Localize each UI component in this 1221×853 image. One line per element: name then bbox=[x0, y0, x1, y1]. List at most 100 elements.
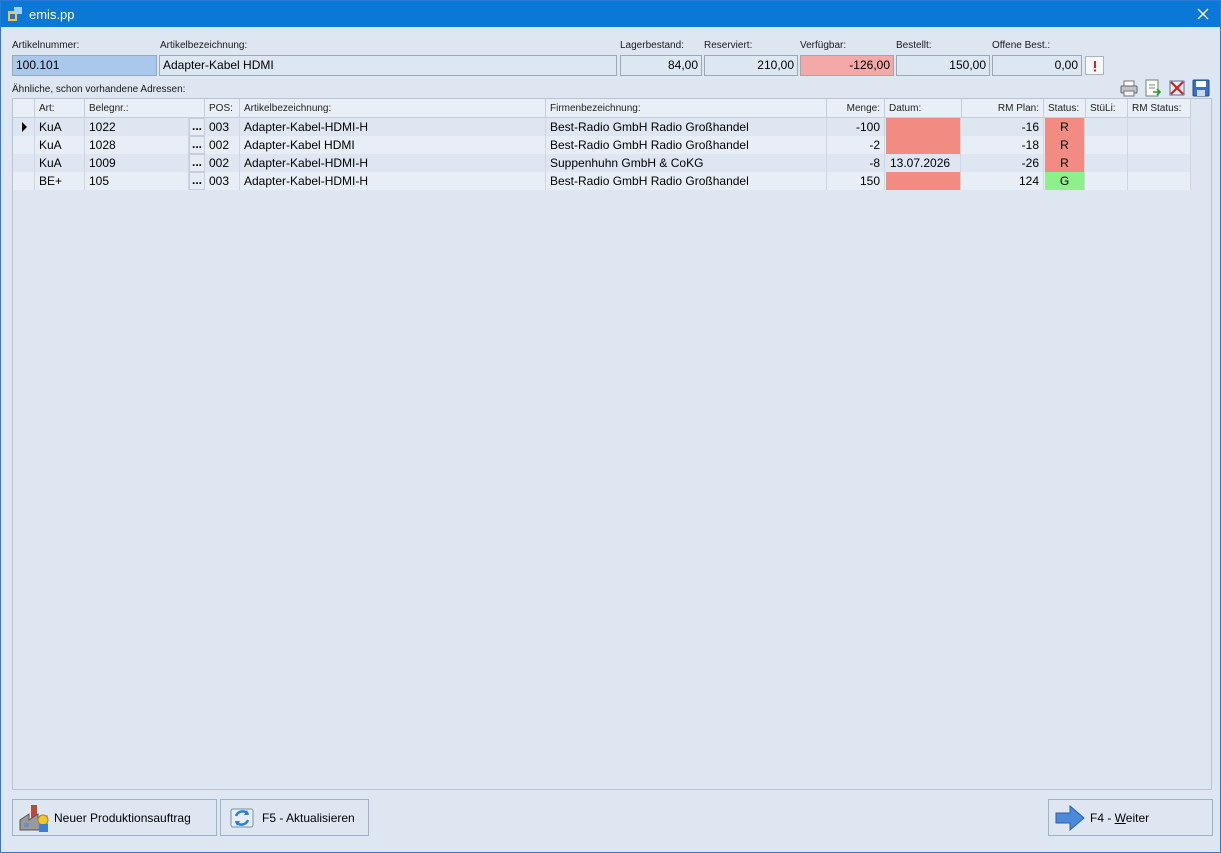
weiter-label: F4 - Weiter bbox=[1090, 811, 1149, 825]
cell-stueli bbox=[1086, 154, 1128, 172]
delete-button[interactable] bbox=[1168, 79, 1186, 97]
cell-firma: Best-Radio GmbH Radio Großhandel bbox=[546, 118, 827, 136]
grid-header-belegnr[interactable]: Belegnr.: bbox=[85, 99, 205, 118]
cell-art: KuA bbox=[35, 136, 85, 154]
cell-menge: -2 bbox=[827, 136, 885, 154]
neuer-produktionsauftrag-button[interactable]: Neuer Produktionsauftrag bbox=[12, 799, 217, 836]
grid-header-status[interactable]: Status: bbox=[1044, 99, 1086, 118]
cell-rm-status bbox=[1128, 118, 1191, 136]
cell-datum: 13.07.2026 bbox=[886, 154, 961, 172]
bestellt-label: Bestellt: bbox=[896, 40, 932, 51]
weiter-label-prefix: F4 - bbox=[1090, 810, 1115, 825]
belegnr-lookup-button[interactable]: ... bbox=[189, 154, 205, 172]
aktualisieren-button[interactable]: F5 - Aktualisieren bbox=[220, 799, 369, 836]
print-button[interactable] bbox=[1120, 79, 1138, 97]
cell-art: BE+ bbox=[35, 172, 85, 190]
row-indicator bbox=[13, 154, 35, 172]
cell-pos: 002 bbox=[205, 136, 240, 154]
cell-stueli bbox=[1086, 136, 1128, 154]
neuer-produktionsauftrag-label: Neuer Produktionsauftrag bbox=[54, 810, 191, 825]
factory-icon bbox=[16, 801, 52, 835]
title-bar[interactable]: emis.pp bbox=[1, 1, 1220, 27]
belegnr-lookup-button[interactable]: ... bbox=[189, 172, 205, 190]
cell-artikel: Adapter-Kabel-HDMI-H bbox=[240, 172, 546, 190]
cell-rm-plan: -26 bbox=[962, 154, 1044, 172]
export-button[interactable] bbox=[1144, 79, 1162, 97]
cell-menge: -8 bbox=[827, 154, 885, 172]
verfuegbar-label: Verfügbar: bbox=[800, 40, 847, 51]
cell-status: R bbox=[1045, 118, 1085, 136]
grid-header-artikelbezeichnung[interactable]: Artikelbezeichnung: bbox=[240, 99, 546, 118]
exclamation-icon bbox=[1093, 60, 1096, 71]
app-icon bbox=[8, 7, 22, 21]
row-indicator bbox=[13, 172, 35, 190]
refresh-icon bbox=[224, 801, 260, 835]
cell-belegnr: 1028 bbox=[85, 136, 189, 154]
aktualisieren-label: F5 - Aktualisieren bbox=[262, 810, 355, 825]
cell-artikel: Adapter-Kabel-HDMI-H bbox=[240, 154, 546, 172]
grid-header-menge[interactable]: Menge: bbox=[827, 99, 885, 118]
cell-belegnr: 1009 bbox=[85, 154, 189, 172]
artikelnummer-label: Artikelnummer: bbox=[12, 40, 80, 51]
table-row[interactable]: BE+ 105 ... 003 Adapter-Kabel-HDMI-H Bes… bbox=[13, 172, 1191, 190]
print-icon bbox=[1120, 80, 1138, 97]
verfuegbar-field: -126,00 bbox=[800, 55, 894, 76]
row-indicator bbox=[13, 118, 35, 136]
grid-header-stueli[interactable]: StüLi: bbox=[1086, 99, 1128, 118]
cell-menge: 150 bbox=[827, 172, 885, 190]
reserviert-label: Reserviert: bbox=[704, 40, 753, 51]
artikelbezeichnung-field[interactable]: Adapter-Kabel HDMI bbox=[159, 55, 617, 76]
table-row[interactable]: KuA 1009 ... 002 Adapter-Kabel-HDMI-H Su… bbox=[13, 154, 1191, 172]
offene-best-field: 0,00 bbox=[992, 55, 1082, 76]
arrow-right-icon bbox=[1052, 801, 1088, 835]
cell-stueli bbox=[1086, 172, 1128, 190]
grid-header-rm-status[interactable]: RM Status: bbox=[1128, 99, 1191, 118]
close-button[interactable] bbox=[1186, 1, 1220, 27]
cell-status: R bbox=[1045, 136, 1085, 154]
grid-header-pos[interactable]: POS: bbox=[205, 99, 240, 118]
cell-belegnr: 1022 bbox=[85, 118, 189, 136]
artikelnummer-field[interactable]: 100.101 bbox=[12, 55, 157, 76]
cell-belegnr: 105 bbox=[85, 172, 189, 190]
bestellt-field: 150,00 bbox=[896, 55, 990, 76]
main-window: emis.pp Artikelnummer: Artikelbezeichnun… bbox=[0, 0, 1221, 853]
belegnr-lookup-button[interactable]: ... bbox=[189, 136, 205, 154]
export-icon bbox=[1145, 79, 1162, 97]
section-label: Ähnliche, schon vorhandene Adressen: bbox=[12, 84, 186, 95]
offene-best-label: Offene Best.: bbox=[992, 40, 1051, 51]
cell-pos: 003 bbox=[205, 118, 240, 136]
artikelbezeichnung-label: Artikelbezeichnung: bbox=[160, 40, 248, 51]
cell-artikel: Adapter-Kabel HDMI bbox=[240, 136, 546, 154]
weiter-label-key: W bbox=[1114, 810, 1126, 825]
lagerbestand-field: 84,00 bbox=[620, 55, 702, 76]
grid-header-firmenbezeichnung[interactable]: Firmenbezeichnung: bbox=[546, 99, 827, 118]
current-row-arrow-icon bbox=[22, 122, 27, 132]
alert-button[interactable] bbox=[1085, 56, 1104, 75]
cell-firma: Best-Radio GmbH Radio Großhandel bbox=[546, 136, 827, 154]
cell-artikel: Adapter-Kabel-HDMI-H bbox=[240, 118, 546, 136]
cell-pos: 002 bbox=[205, 154, 240, 172]
cell-art: KuA bbox=[35, 118, 85, 136]
window-title: emis.pp bbox=[29, 7, 75, 22]
weiter-button[interactable]: F4 - Weiter bbox=[1048, 799, 1213, 836]
cell-status: R bbox=[1045, 154, 1085, 172]
cell-datum bbox=[886, 172, 961, 190]
table-row[interactable]: KuA 1028 ... 002 Adapter-Kabel HDMI Best… bbox=[13, 136, 1191, 154]
reserviert-field: 210,00 bbox=[704, 55, 798, 76]
cell-status: G bbox=[1045, 172, 1085, 190]
lagerbestand-label: Lagerbestand: bbox=[620, 40, 684, 51]
cell-stueli bbox=[1086, 118, 1128, 136]
cell-datum bbox=[886, 136, 961, 154]
cell-rm-plan: 124 bbox=[962, 172, 1044, 190]
cell-menge: -100 bbox=[827, 118, 885, 136]
grid-header-datum[interactable]: Datum: bbox=[885, 99, 962, 118]
delete-icon bbox=[1169, 80, 1185, 96]
belegnr-lookup-button[interactable]: ... bbox=[189, 118, 205, 136]
save-button[interactable] bbox=[1192, 79, 1210, 97]
row-indicator bbox=[13, 136, 35, 154]
cell-datum bbox=[886, 118, 961, 136]
table-row[interactable]: KuA 1022 ... 003 Adapter-Kabel-HDMI-H Be… bbox=[13, 118, 1191, 136]
grid-header-rm-plan[interactable]: RM Plan: bbox=[962, 99, 1044, 118]
grid-header-art[interactable]: Art: bbox=[35, 99, 85, 118]
close-icon bbox=[1197, 8, 1209, 20]
